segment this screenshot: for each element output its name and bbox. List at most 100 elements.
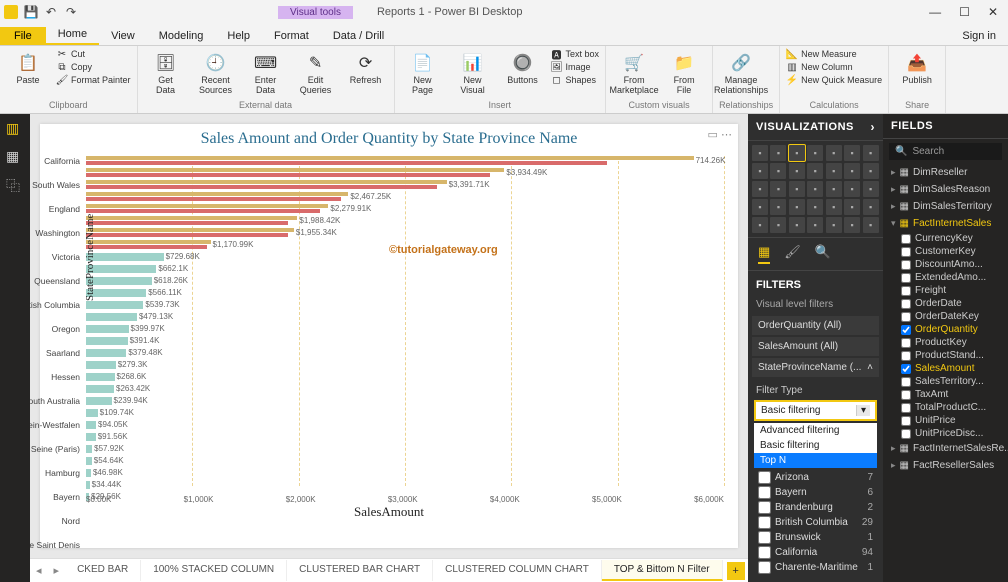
file-tab[interactable]: File: [0, 27, 46, 45]
filter-value-row[interactable]: Brandenburg2: [754, 500, 877, 515]
buttons-button[interactable]: 🔘Buttons: [501, 48, 545, 86]
filter-value-row[interactable]: Bayern6: [754, 485, 877, 500]
field-column[interactable]: TaxAmt: [883, 388, 1008, 401]
page-tab[interactable]: CKED BAR: [65, 560, 141, 581]
viz-type-icon[interactable]: ▪: [752, 217, 768, 233]
filter-type-option[interactable]: Basic filtering: [754, 438, 877, 453]
viz-type-icon[interactable]: ▪: [807, 163, 823, 179]
format-painter-button[interactable]: 🖌Format Painter: [56, 74, 131, 86]
filter-type-dropdown[interactable]: Basic filtering▾: [754, 400, 877, 421]
filter-card[interactable]: OrderQuantity (All): [752, 316, 879, 335]
field-column[interactable]: OrderDateKey: [883, 310, 1008, 323]
new-page-button[interactable]: 📄New Page: [401, 48, 445, 96]
refresh-button[interactable]: ⟳Refresh: [344, 48, 388, 86]
viz-type-icon[interactable]: ▪: [752, 163, 768, 179]
viz-type-icon[interactable]: ▪: [844, 145, 860, 161]
viz-type-icon[interactable]: ▪: [844, 217, 860, 233]
from-file-button[interactable]: 📁From File: [662, 48, 706, 96]
viz-type-icon[interactable]: ▪: [826, 145, 842, 161]
sign-in-link[interactable]: Sign in: [950, 27, 1008, 45]
visual-header[interactable]: ▭ ⋯: [708, 128, 732, 141]
enter-data-button[interactable]: ⌨Enter Data: [244, 48, 288, 96]
viz-type-icon[interactable]: ▪: [789, 181, 805, 197]
publish-button[interactable]: 📤Publish: [895, 48, 939, 86]
report-canvas[interactable]: ▭ ⋯ Sales Amount and Order Quantity by S…: [40, 124, 738, 548]
new-visual-button[interactable]: 📊New Visual: [451, 48, 495, 96]
viz-type-icon[interactable]: ▪: [789, 145, 805, 161]
viz-type-icon[interactable]: ▪: [844, 163, 860, 179]
viz-type-icon[interactable]: ▪: [770, 163, 786, 179]
field-column[interactable]: CustomerKey: [883, 245, 1008, 258]
viz-type-icon[interactable]: ▪: [770, 217, 786, 233]
viz-type-icon[interactable]: ▪: [752, 145, 768, 161]
filter-value-row[interactable]: California94: [754, 545, 877, 560]
format-tab-icon[interactable]: 🖌: [784, 244, 801, 264]
page-next[interactable]: ▸: [48, 560, 66, 581]
field-column[interactable]: ProductStand...: [883, 349, 1008, 362]
tab-view[interactable]: View: [99, 27, 147, 45]
viz-type-icon[interactable]: ▪: [770, 199, 786, 215]
fields-header[interactable]: FIELDS: [883, 114, 1008, 139]
field-table[interactable]: ▸▦DimReseller: [883, 164, 1008, 181]
viz-type-icon[interactable]: ▪: [789, 217, 805, 233]
page-tab[interactable]: TOP & Bittom N Filter: [602, 560, 723, 581]
field-column[interactable]: OrderQuantity: [883, 323, 1008, 336]
tab-format[interactable]: Format: [262, 27, 321, 45]
recent-sources-button[interactable]: 🕘Recent Sources: [194, 48, 238, 96]
visual-type-grid[interactable]: ▪▪▪▪▪▪▪▪▪▪▪▪▪▪▪▪▪▪▪▪▪▪▪▪▪▪▪▪▪▪▪▪▪▪▪: [748, 141, 883, 237]
viz-type-icon[interactable]: ▪: [807, 217, 823, 233]
visualizations-header[interactable]: VISUALIZATIONS›: [748, 114, 883, 141]
cut-button[interactable]: ✂Cut: [56, 48, 131, 60]
viz-type-icon[interactable]: ▪: [770, 145, 786, 161]
filter-values-list[interactable]: Arizona7Bayern6Brandenburg2British Colum…: [754, 470, 877, 575]
viz-type-icon[interactable]: ▪: [826, 217, 842, 233]
viz-type-icon[interactable]: ▪: [752, 199, 768, 215]
viz-type-icon[interactable]: ▪: [863, 145, 879, 161]
field-column[interactable]: TotalProductC...: [883, 401, 1008, 414]
field-column[interactable]: CurrencyKey: [883, 232, 1008, 245]
edit-queries-button[interactable]: ✎Edit Queries: [294, 48, 338, 96]
analytics-tab-icon[interactable]: 🔍: [815, 244, 831, 264]
tab-data-drill[interactable]: Data / Drill: [321, 27, 396, 45]
viz-type-icon[interactable]: ▪: [807, 199, 823, 215]
viz-type-icon[interactable]: ▪: [789, 199, 805, 215]
filter-card[interactable]: StateProvinceName (...˄: [752, 358, 879, 377]
field-column[interactable]: DiscountAmo...: [883, 258, 1008, 271]
data-view-icon[interactable]: ▦: [6, 148, 24, 166]
field-table[interactable]: ▸▦FactInternetSalesRe...: [883, 440, 1008, 457]
viz-type-icon[interactable]: ▪: [863, 181, 879, 197]
copy-button[interactable]: ⧉Copy: [56, 61, 131, 73]
page-tab[interactable]: CLUSTERED BAR CHART: [287, 560, 433, 581]
get-data-button[interactable]: 🗄Get Data: [144, 48, 188, 96]
tab-modeling[interactable]: Modeling: [147, 27, 216, 45]
page-tab[interactable]: CLUSTERED COLUMN CHART: [433, 560, 602, 581]
field-column[interactable]: SalesAmount: [883, 362, 1008, 375]
shapes-button[interactable]: ◻Shapes: [551, 74, 600, 86]
viz-type-icon[interactable]: ▪: [863, 163, 879, 179]
field-column[interactable]: UnitPrice: [883, 414, 1008, 427]
minimize-button[interactable]: —: [929, 5, 941, 19]
viz-type-icon[interactable]: ▪: [770, 181, 786, 197]
undo-icon[interactable]: ↶: [44, 5, 58, 19]
field-table[interactable]: ▾▦FactInternetSales: [883, 215, 1008, 232]
save-icon[interactable]: 💾: [24, 5, 38, 19]
field-column[interactable]: SalesTerritory...: [883, 375, 1008, 388]
field-column[interactable]: Freight: [883, 284, 1008, 297]
filter-card[interactable]: SalesAmount (All): [752, 337, 879, 356]
field-column[interactable]: ExtendedAmo...: [883, 271, 1008, 284]
field-table[interactable]: ▸▦DimSalesReason: [883, 181, 1008, 198]
page-tab[interactable]: 100% STACKED COLUMN: [141, 560, 287, 581]
new-measure-button[interactable]: 📐New Measure: [786, 48, 882, 60]
add-page-button[interactable]: +: [727, 562, 745, 580]
viz-type-icon[interactable]: ▪: [844, 181, 860, 197]
new-column-button[interactable]: ▥New Column: [786, 61, 882, 73]
image-button[interactable]: 🖼Image: [551, 61, 600, 73]
close-button[interactable]: ✕: [988, 5, 998, 19]
filter-value-row[interactable]: British Columbia29: [754, 515, 877, 530]
tab-home[interactable]: Home: [46, 25, 99, 45]
from-marketplace-button[interactable]: 🛒From Marketplace: [612, 48, 656, 96]
page-prev[interactable]: ◂: [30, 560, 48, 581]
report-view-icon[interactable]: ▥: [6, 120, 24, 138]
viz-type-icon[interactable]: ▪: [807, 145, 823, 161]
field-column[interactable]: OrderDate: [883, 297, 1008, 310]
